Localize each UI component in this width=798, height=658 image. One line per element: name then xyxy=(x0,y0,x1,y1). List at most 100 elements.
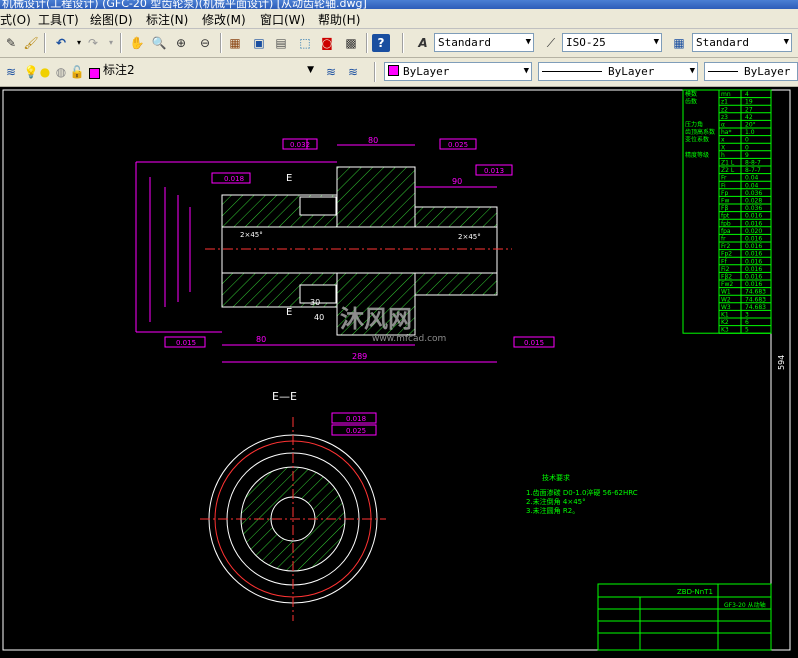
watermark: 沐风网 www.mfcad.com xyxy=(340,305,446,344)
param-value: 0.016 xyxy=(745,213,762,220)
menu-modify[interactable]: 修改(M) xyxy=(202,11,246,28)
text-style-icon: A xyxy=(418,36,428,50)
layer-manager-icon[interactable]: ≋ xyxy=(2,63,20,81)
pencil-icon[interactable]: ✎ xyxy=(2,34,20,52)
redo-icon[interactable]: ↷ xyxy=(84,34,102,52)
param-value: 0.016 xyxy=(745,274,762,281)
svg-text:0.015: 0.015 xyxy=(176,339,196,347)
brush-icon[interactable]: 🖌 xyxy=(22,34,40,52)
note-2: 2.未注倒角 4×45° xyxy=(526,497,586,506)
param-value: 0.04 xyxy=(745,182,759,189)
param-symbol: Z2 L xyxy=(721,167,735,174)
param-symbol: W1 xyxy=(721,289,731,296)
tol-frame-0018: 0.018 xyxy=(211,172,251,184)
param-symbol: Fβ xyxy=(721,205,728,212)
param-symbol: Ff xyxy=(721,258,727,265)
param-symbol: ha* xyxy=(721,129,731,136)
param-label: 精度等级 xyxy=(685,151,709,159)
svg-text:0.025: 0.025 xyxy=(448,141,468,149)
menu-window[interactable]: 窗口(W) xyxy=(260,11,305,28)
lock-icon[interactable]: 🔓 xyxy=(68,63,86,81)
menu-draw[interactable]: 绘图(D) xyxy=(90,11,133,28)
param-symbol: z1 xyxy=(721,99,728,106)
menu-tools[interactable]: 工具(T) xyxy=(38,11,79,28)
param-value: 42 xyxy=(745,114,753,121)
pan-icon[interactable]: ✋ xyxy=(128,34,146,52)
param-symbol: fpt xyxy=(721,213,730,220)
chevron-down-icon: ▼ xyxy=(689,66,695,76)
chevron-down-icon: ▼ xyxy=(307,65,314,75)
table-style-select[interactable]: Standard ▼ xyxy=(692,33,792,52)
layer-previous-icon[interactable]: ≋ xyxy=(344,63,362,81)
window-title: 机械设计(工程设计) (GFC-20 型齿轮泵)(机械平面设计) [从动齿轮轴.… xyxy=(2,0,367,9)
param-value: 0.016 xyxy=(745,220,762,227)
shaft-bore xyxy=(221,226,498,274)
design-center-icon[interactable]: ▣ xyxy=(250,34,268,52)
tol-frame-0018b: 0.018 xyxy=(331,412,377,424)
calculator-icon[interactable]: ▩ xyxy=(342,34,360,52)
section-view: E—E 0.018 0.025 xyxy=(200,390,386,621)
dim-289-text: 289 xyxy=(352,352,367,361)
chevron-down-icon: ▼ xyxy=(525,37,531,47)
markup-icon[interactable]: ◙ xyxy=(318,34,336,52)
svg-text:0.015: 0.015 xyxy=(524,339,544,347)
color-swatch xyxy=(388,65,399,76)
drawing-canvas[interactable]: 594 80 289 80 90 40 30 2×45° 2×45° E E 0… xyxy=(0,87,798,655)
param-value: 0.028 xyxy=(745,198,762,205)
param-symbol: z2 xyxy=(721,106,728,113)
text-style-select[interactable]: Standard ▼ xyxy=(434,33,534,52)
param-value: 0.036 xyxy=(745,205,762,212)
color-select[interactable]: ByLayer ▼ xyxy=(384,62,532,81)
param-symbol: Z1 L xyxy=(721,160,735,167)
lineweight-sample xyxy=(708,71,738,72)
make-current-layer-icon[interactable]: ≋ xyxy=(322,63,340,81)
param-value: 0.016 xyxy=(745,236,762,243)
param-value: 8-7-7 xyxy=(745,167,761,174)
zoom-realtime-icon[interactable]: 🔍 xyxy=(150,34,168,52)
menu-format[interactable]: 式(O) xyxy=(0,11,31,28)
param-value: 5 xyxy=(745,327,749,334)
dim-style-select[interactable]: ISO-25 ▼ xyxy=(562,33,662,52)
param-value: 0.016 xyxy=(745,243,762,250)
tool-palettes-icon[interactable]: ▤ xyxy=(272,34,290,52)
zoom-window-icon[interactable]: ⊕ xyxy=(172,34,190,52)
param-symbol: W2 xyxy=(721,296,731,303)
param-symbol: K3 xyxy=(721,327,729,334)
param-symbol: fr xyxy=(721,236,726,243)
param-value: 6 xyxy=(745,319,749,326)
param-value: 0 xyxy=(745,137,749,144)
redo-dropdown-icon[interactable]: ▾ xyxy=(102,34,120,52)
param-label: 模数 xyxy=(685,90,697,98)
technical-notes: 技术要求 1.齿面渗碳 D0-1.0淬硬 56-62HRC 2.未注倒角 4×4… xyxy=(526,473,638,515)
param-value: 74.683 xyxy=(745,296,766,303)
param-value: 0 xyxy=(745,144,749,151)
lineweight-select[interactable]: ByLayer xyxy=(704,62,798,81)
param-symbol: Fi2 xyxy=(721,266,730,273)
sheet-set-icon[interactable]: ⬚ xyxy=(296,34,314,52)
param-value: 3 xyxy=(745,312,749,319)
param-value: 9 xyxy=(745,152,749,159)
layer-select[interactable]: 标注2 ▼ xyxy=(100,62,316,81)
param-value: 0.016 xyxy=(745,251,762,258)
menu-dimension[interactable]: 标注(N) xyxy=(146,11,188,28)
tol-frame-0013: 0.013 xyxy=(475,164,513,176)
param-symbol: Fr2 xyxy=(721,243,730,250)
drawing-svg[interactable]: 594 80 289 80 90 40 30 2×45° 2×45° E E 0… xyxy=(0,87,798,655)
tol-frame-0025b: 0.025 xyxy=(331,424,377,436)
undo-icon[interactable]: ↶ xyxy=(52,34,70,52)
dim-style-icon: ⟋ xyxy=(546,36,556,50)
help-icon[interactable]: ? xyxy=(372,34,390,52)
tol-frame-0025-top: 0.025 xyxy=(439,138,477,150)
param-symbol: Fi xyxy=(721,182,726,189)
dim-90-text: 90 xyxy=(452,177,462,186)
param-label: 齿顶高系数 xyxy=(685,128,715,136)
svg-text:0.018: 0.018 xyxy=(346,415,366,423)
standard-toolbar: ✎ 🖌 ↶ ▾ ↷ ▾ ✋ 🔍 ⊕ ⊖ ▦ ▣ ▤ ⬚ ◙ ▩ ? A Stan… xyxy=(0,29,798,58)
zoom-previous-icon[interactable]: ⊖ xyxy=(196,34,214,52)
section-label: E—E xyxy=(272,390,297,403)
menu-help[interactable]: 帮助(H) xyxy=(318,11,360,28)
title-block: ZBD-NnT1 GF3-20 从动轴 xyxy=(597,583,772,651)
linetype-select[interactable]: ByLayer ▼ xyxy=(538,62,698,81)
properties-icon[interactable]: ▦ xyxy=(226,34,244,52)
param-value: 74.683 xyxy=(745,289,766,296)
